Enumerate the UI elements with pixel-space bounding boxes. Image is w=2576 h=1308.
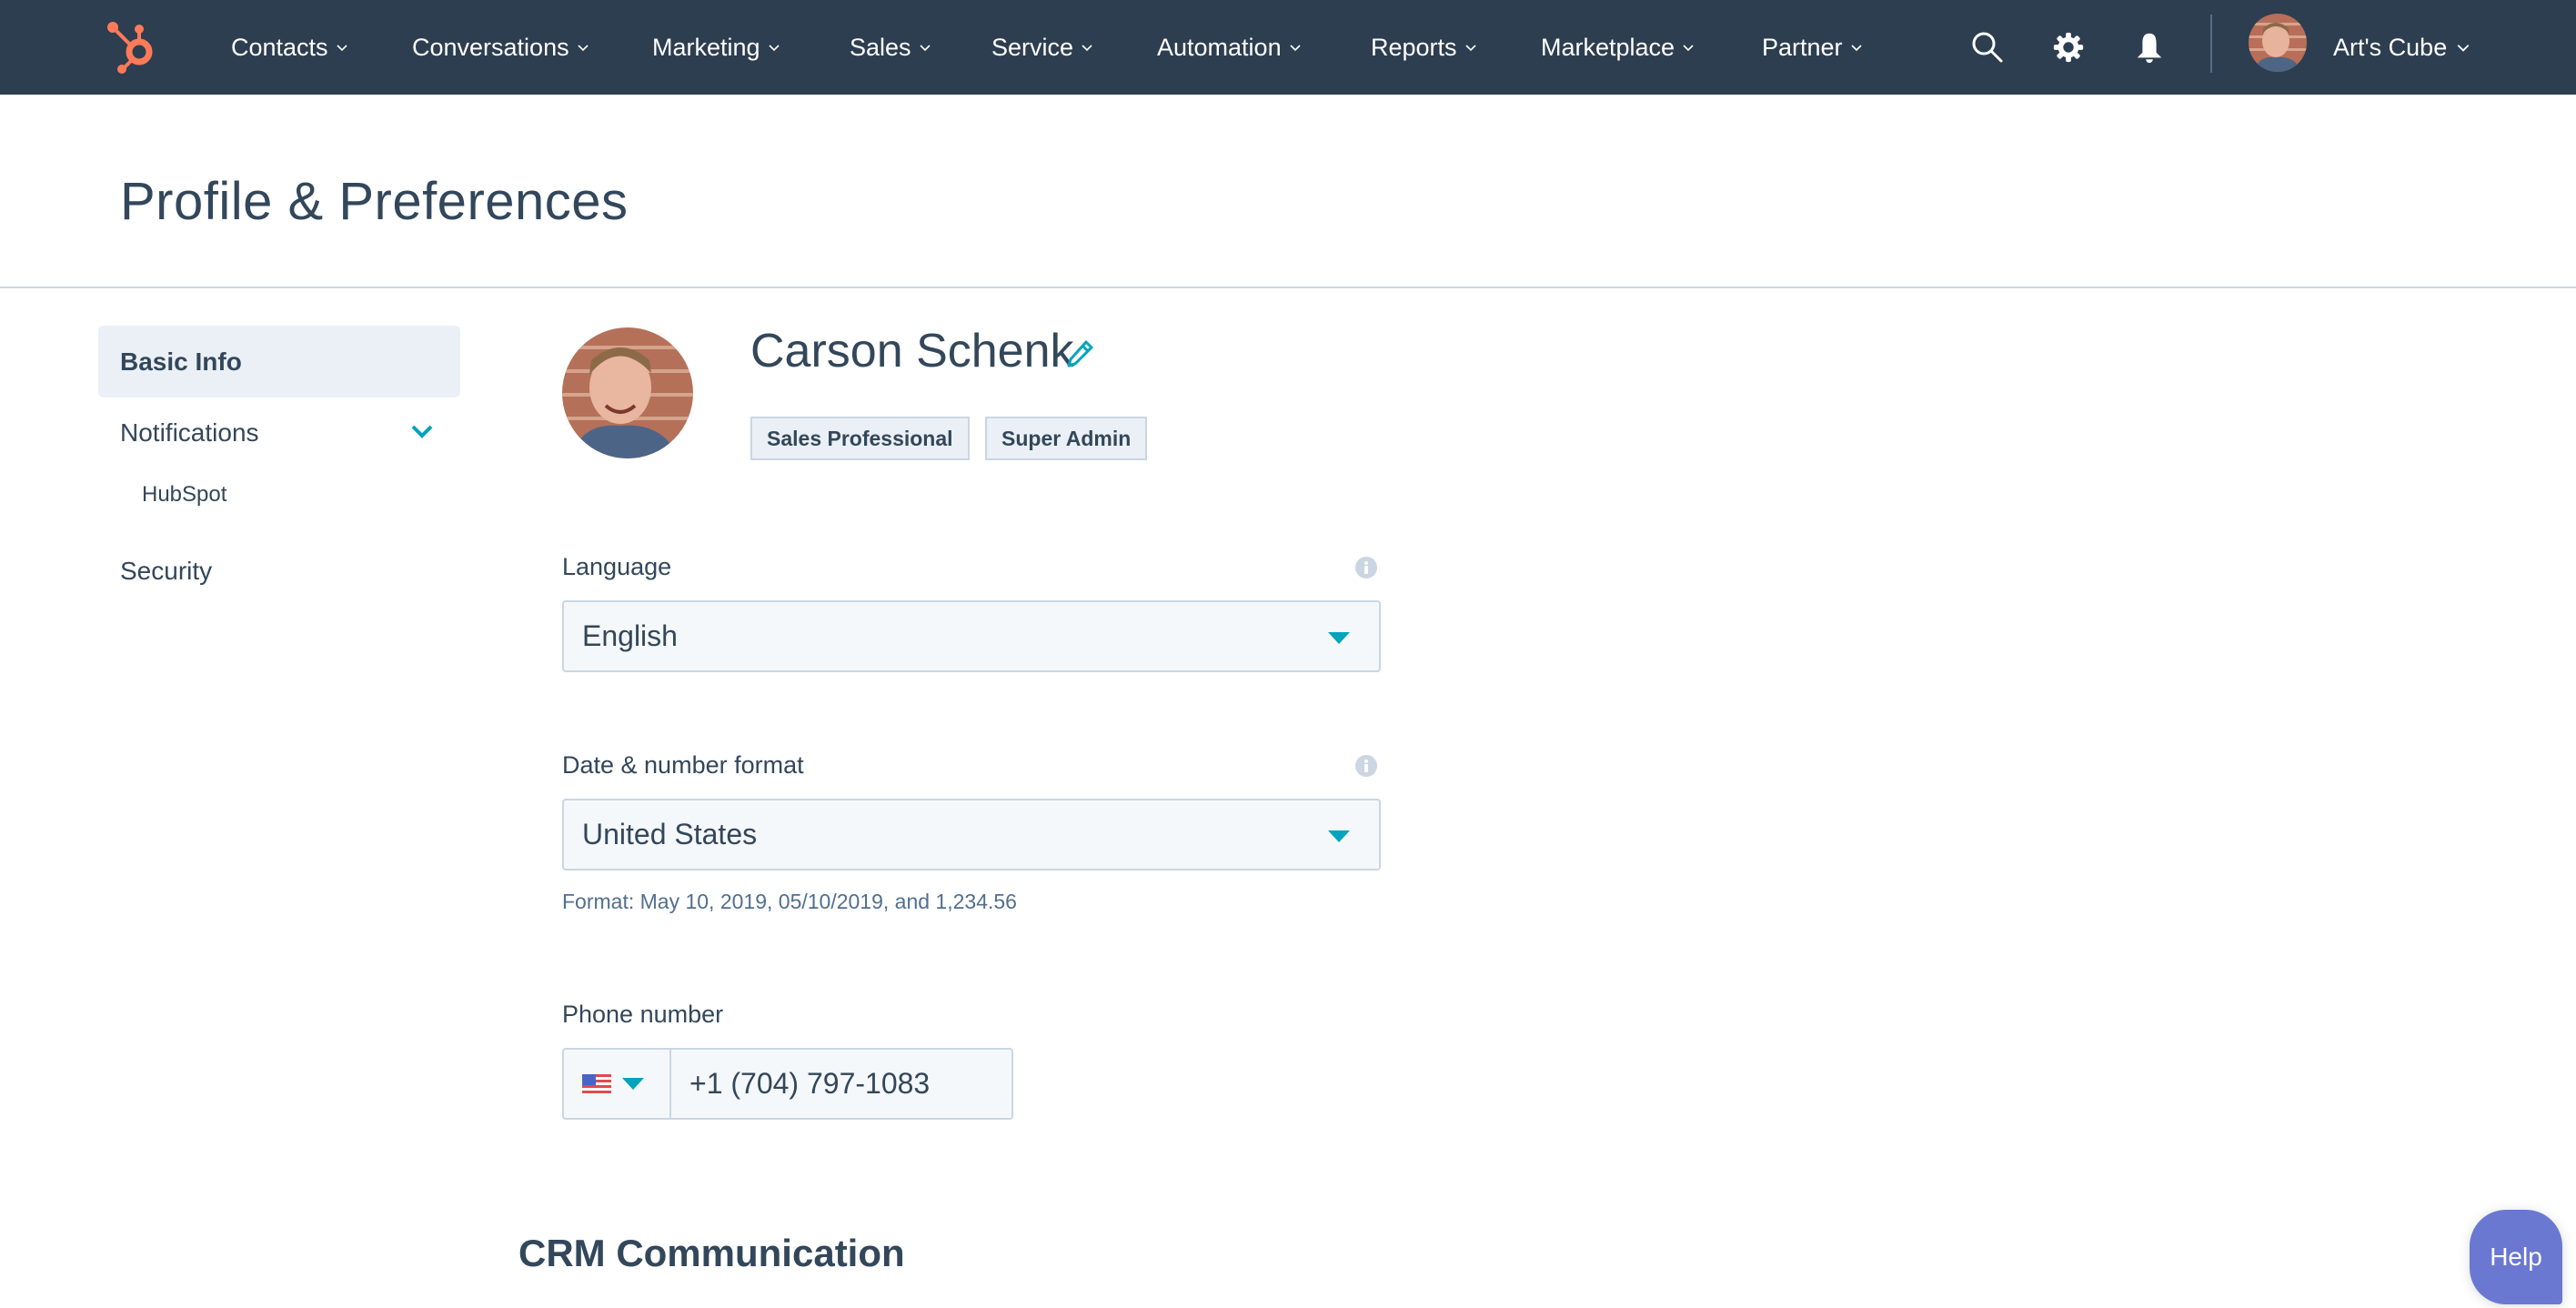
role-badge-sales-professional: Sales Professional (750, 417, 970, 460)
nav-label: Sales (850, 33, 911, 61)
country-code-select[interactable] (562, 1048, 671, 1120)
user-photo (2249, 14, 2307, 72)
chevron-down-icon (1683, 45, 1694, 52)
nav-contacts[interactable]: Contacts (231, 0, 348, 95)
search-button[interactable] (1965, 25, 2010, 70)
language-select[interactable]: English (562, 600, 1381, 672)
caret-down-icon (1328, 632, 1350, 644)
settings-button[interactable] (2046, 25, 2091, 70)
nav-label: Reports (1371, 33, 1457, 61)
nav-label: Marketplace (1541, 33, 1675, 61)
profile-avatar[interactable] (562, 327, 693, 458)
account-menu[interactable]: Art's Cube (2333, 0, 2470, 95)
nav-label: Partner (1762, 33, 1843, 61)
search-icon (1972, 32, 2003, 63)
nav-label: Service (991, 33, 1074, 61)
sidebar-item-basic-info[interactable]: Basic Info (98, 326, 460, 397)
user-name: Carson Schenk (750, 325, 1074, 377)
page-title: Profile & Preferences (120, 172, 629, 231)
bell-icon (2137, 33, 2162, 64)
section-title-crm-communication: CRM Communication (518, 1232, 905, 1274)
phone-input[interactable] (669, 1048, 1013, 1120)
chevron-down-icon (2457, 45, 2470, 52)
info-icon[interactable] (1355, 755, 1377, 777)
nav-label: Contacts (231, 33, 328, 61)
help-button[interactable]: Help (2470, 1210, 2562, 1304)
top-navigation: Contacts Conversations Marketing Sales S… (0, 0, 2576, 95)
nav-marketing[interactable]: Marketing (652, 0, 780, 95)
sidebar-item-notifications[interactable]: Notifications (98, 407, 460, 458)
nav-partner[interactable]: Partner (1762, 0, 1863, 95)
caret-down-icon (1328, 830, 1350, 842)
hubspot-logo-icon[interactable] (106, 20, 160, 75)
sidebar-subitem-hubspot[interactable]: HubSpot (142, 482, 226, 508)
language-value: English (582, 619, 678, 652)
notifications-button[interactable] (2127, 25, 2172, 70)
account-name: Art's Cube (2333, 33, 2448, 61)
nav-label: Conversations (412, 33, 569, 61)
nav-automation[interactable]: Automation (1157, 0, 1302, 95)
date-format-select[interactable]: United States (562, 799, 1381, 870)
date-format-label: Date & number format (562, 751, 804, 779)
chevron-down-icon (336, 45, 347, 52)
caret-down-icon (622, 1078, 644, 1090)
header-divider (0, 287, 2576, 288)
chevron-down-icon (578, 45, 589, 52)
account-avatar[interactable] (2249, 14, 2307, 72)
role-badge-super-admin: Super Admin (985, 417, 1148, 460)
date-format-value: United States (582, 818, 758, 850)
phone-label: Phone number (562, 1001, 724, 1028)
sidebar-item-label: Notifications (120, 418, 259, 447)
nav-label: Automation (1157, 33, 1282, 61)
language-label: Language (562, 553, 672, 580)
chevron-down-icon (1290, 45, 1301, 52)
chevron-down-icon (1464, 45, 1476, 52)
nav-sales[interactable]: Sales (850, 0, 931, 95)
nav-conversations[interactable]: Conversations (412, 0, 589, 95)
chevron-down-icon (768, 45, 780, 52)
chevron-down-icon (1082, 45, 1092, 52)
info-icon[interactable] (1355, 557, 1377, 579)
nav-service[interactable]: Service (991, 0, 1093, 95)
nav-marketplace[interactable]: Marketplace (1541, 0, 1695, 95)
date-format-help-text: Format: May 10, 2019, 05/10/2019, and 1,… (562, 890, 1017, 913)
us-flag-icon (582, 1073, 611, 1094)
sidebar-item-label: Basic Info (120, 347, 242, 376)
gear-icon (2053, 32, 2084, 63)
nav-divider (2210, 15, 2212, 73)
chevron-down-icon (919, 45, 931, 52)
nav-label: Marketing (652, 33, 760, 61)
user-photo (562, 327, 693, 458)
sidebar-item-security[interactable]: Security (98, 546, 460, 597)
chevron-down-icon (1850, 45, 1862, 52)
nav-reports[interactable]: Reports (1371, 0, 1477, 95)
sidebar-item-label: Security (120, 557, 213, 585)
chevron-down-icon[interactable] (409, 422, 435, 442)
pencil-icon[interactable] (1064, 338, 1095, 369)
